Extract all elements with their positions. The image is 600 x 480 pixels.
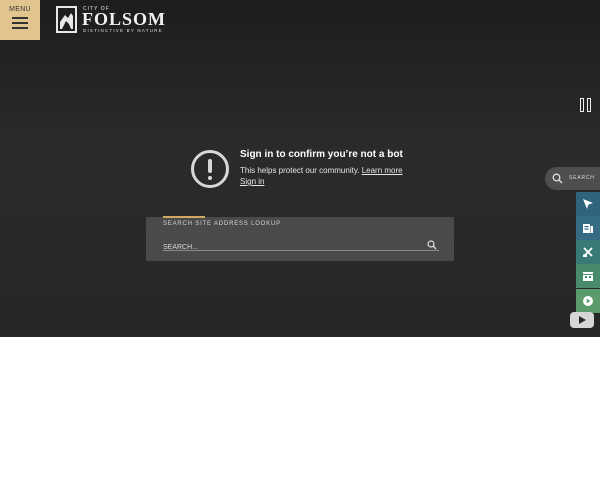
- city-logo[interactable]: CITY OF FOLSOM DISTINCTIVE BY NATURE: [56, 6, 178, 34]
- play-icon: [583, 296, 593, 306]
- bot-notice-body: This helps protect our community. Learn …: [240, 166, 403, 175]
- pointer-icon: [583, 199, 593, 209]
- tools-icon: [583, 247, 593, 257]
- quick-link-tools[interactable]: [576, 240, 600, 264]
- logo-tagline: DISTINCTIVE BY NATURE: [83, 28, 163, 33]
- side-search-button[interactable]: SEARCH: [545, 167, 600, 190]
- logo-emblem-icon: [56, 6, 77, 33]
- pause-icon[interactable]: [579, 98, 593, 112]
- quick-link-video[interactable]: [576, 289, 600, 313]
- hero-banner: MENU CITY OF FOLSOM DISTINCTIVE BY NATUR…: [0, 0, 600, 337]
- side-search-label: SEARCH: [569, 175, 595, 181]
- youtube-icon[interactable]: [570, 312, 594, 328]
- search-icon: [552, 173, 563, 184]
- menu-icon: [12, 17, 28, 32]
- bot-notice: Sign in to confirm you’re not a bot This…: [191, 148, 431, 193]
- search-field: [163, 236, 439, 255]
- menu-label: MENU: [9, 6, 31, 13]
- news-icon: [583, 224, 593, 233]
- alert-icon: [191, 150, 229, 188]
- tab-search-site[interactable]: SEARCH SITE: [163, 216, 212, 227]
- bot-notice-body-text: This helps protect our community.: [240, 166, 360, 175]
- logo-name: FOLSOM: [82, 9, 167, 29]
- tab-address-lookup[interactable]: ADDRESS LOOKUP: [214, 221, 281, 227]
- quick-link-news[interactable]: [576, 216, 600, 240]
- quick-link-pointer[interactable]: [576, 192, 600, 216]
- menu-button[interactable]: MENU: [0, 0, 40, 40]
- calendar-icon: [583, 272, 593, 281]
- learn-more-link[interactable]: Learn more: [362, 166, 403, 175]
- sign-in-link[interactable]: Sign in: [240, 177, 264, 186]
- search-icon[interactable]: [427, 237, 439, 250]
- bot-notice-title: Sign in to confirm you’re not a bot: [240, 149, 403, 160]
- search-panel: SEARCH SITE ADDRESS LOOKUP: [146, 216, 454, 261]
- quick-link-calendar[interactable]: [576, 264, 600, 288]
- search-input[interactable]: [163, 240, 413, 255]
